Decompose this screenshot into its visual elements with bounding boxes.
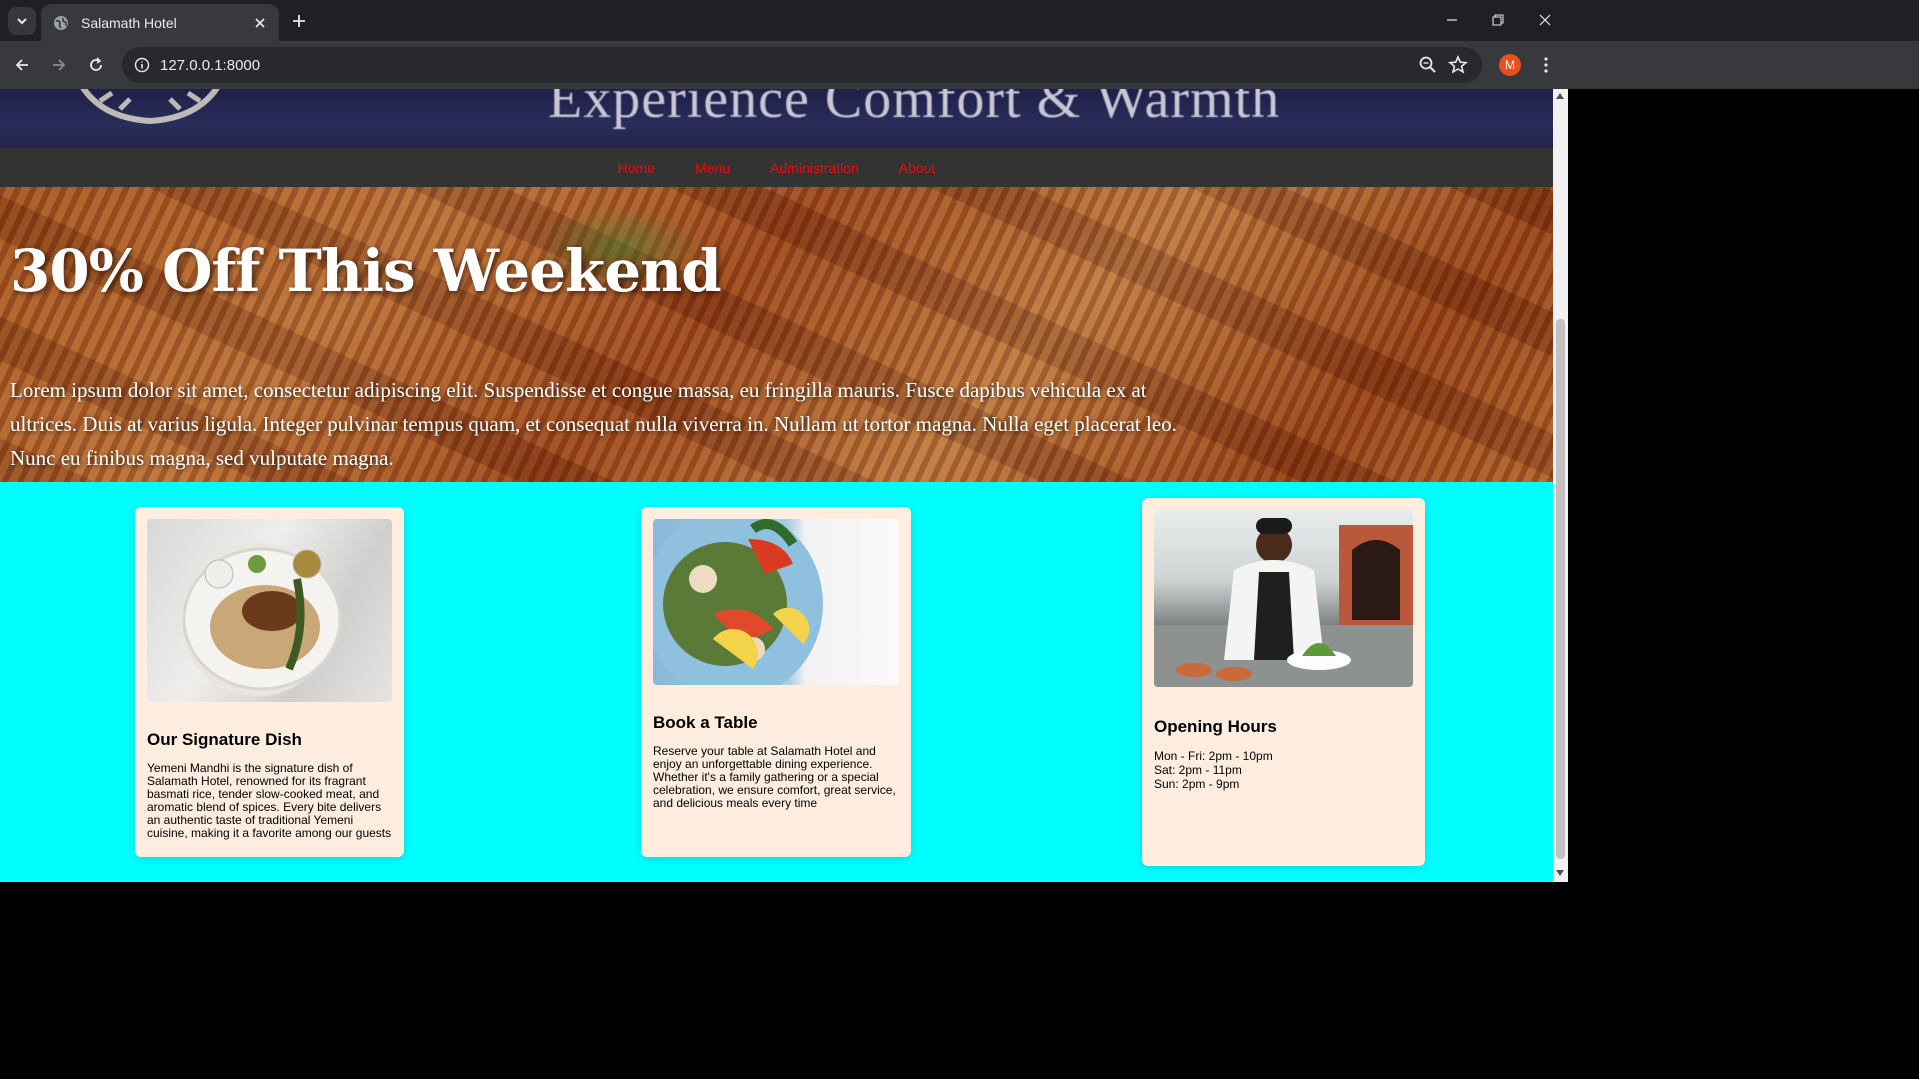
arrow-right-icon [53, 59, 66, 71]
tab-close-button[interactable] [251, 14, 269, 32]
scroll-down-arrow-icon[interactable] [1556, 870, 1564, 876]
book-table-text: Reserve your table at Salamath Hotel and… [653, 744, 896, 810]
header-tagline: Experience Comfort & Warmth [548, 89, 1281, 130]
browser-tab-active[interactable]: Salamath Hotel [41, 4, 279, 41]
minimize-button[interactable] [1438, 8, 1466, 32]
window-background [1568, 89, 1919, 1079]
tab-title: Salamath Hotel [81, 14, 177, 31]
book-table-title: Book a Table [653, 713, 758, 732]
arrow-left-icon [15, 59, 28, 71]
opening-hours-title: Opening Hours [1154, 717, 1277, 736]
scroll-up-arrow-icon[interactable] [1556, 93, 1564, 99]
tab-search-button[interactable] [8, 7, 36, 35]
more-vertical-icon [1544, 57, 1548, 73]
hours-saturday: Sat: 2pm - 11pm [1154, 763, 1242, 777]
browser-menu-button[interactable] [1536, 53, 1556, 77]
promo-title: 30% Off This Weekend [10, 237, 722, 305]
chevron-down-icon [17, 18, 27, 25]
restore-button[interactable] [1484, 8, 1512, 32]
signature-dish-image [147, 519, 392, 702]
address-bar[interactable]: 127.0.0.1:8000 [122, 47, 1482, 83]
new-tab-button[interactable] [288, 10, 310, 32]
back-button[interactable] [8, 51, 36, 79]
reload-icon [90, 57, 102, 71]
close-icon [1539, 14, 1551, 26]
restore-icon [1492, 14, 1504, 26]
signature-dish-text: Yemeni Mandhi is the signature dish of S… [147, 761, 392, 840]
minimize-icon [1447, 19, 1457, 21]
laurel-logo-icon [80, 89, 220, 125]
close-window-button[interactable] [1531, 8, 1559, 32]
opening-hours-list: Mon - Fri: 2pm - 10pm Sat: 2pm - 11pm Su… [1154, 749, 1413, 791]
nav-about-link[interactable]: About [879, 160, 956, 176]
hours-weekdays: Mon - Fri: 2pm - 10pm [1154, 749, 1273, 763]
browser-toolbar: 127.0.0.1:8000 M [0, 41, 1919, 89]
globe-icon [54, 15, 68, 30]
forward-button[interactable] [45, 51, 73, 79]
page-scrollbar[interactable] [1553, 89, 1568, 882]
header-banner: Experience Comfort & Warmth [0, 89, 1553, 148]
hours-sunday: Sun: 2pm - 9pm [1154, 777, 1240, 791]
reload-button[interactable] [82, 51, 110, 79]
close-icon [255, 17, 265, 28]
book-table-image [653, 519, 899, 685]
nav-menu-link[interactable]: Menu [675, 160, 750, 176]
scrollbar-thumb[interactable] [1556, 319, 1565, 859]
nav-home-link[interactable]: Home [598, 160, 675, 176]
book-table-card: Book a Table Reserve your table at Salam… [641, 507, 911, 857]
promo-hero: 30% Off This Weekend Lorem ipsum dolor s… [0, 187, 1553, 482]
browser-tab-bar: Salamath Hotel [0, 0, 1919, 41]
plus-icon [293, 15, 305, 27]
chef-image [1154, 510, 1413, 687]
url-text[interactable]: 127.0.0.1:8000 [160, 57, 260, 74]
main-navbar: Home Menu Administration About [0, 148, 1553, 187]
nav-administration-link[interactable]: Administration [750, 160, 879, 176]
bookmark-star-icon[interactable] [1447, 55, 1469, 75]
zoom-icon[interactable] [1418, 55, 1438, 75]
site-info-icon[interactable] [132, 55, 152, 75]
profile-avatar[interactable]: M [1499, 54, 1521, 76]
taskbar-area [0, 882, 1568, 1079]
signature-dish-card: Our Signature Dish Yemeni Mandhi is the … [135, 507, 404, 857]
opening-hours-card: Opening Hours Mon - Fri: 2pm - 10pm Sat:… [1142, 498, 1425, 866]
signature-dish-title: Our Signature Dish [147, 730, 302, 749]
promo-text: Lorem ipsum dolor sit amet, consectetur … [10, 378, 1177, 470]
